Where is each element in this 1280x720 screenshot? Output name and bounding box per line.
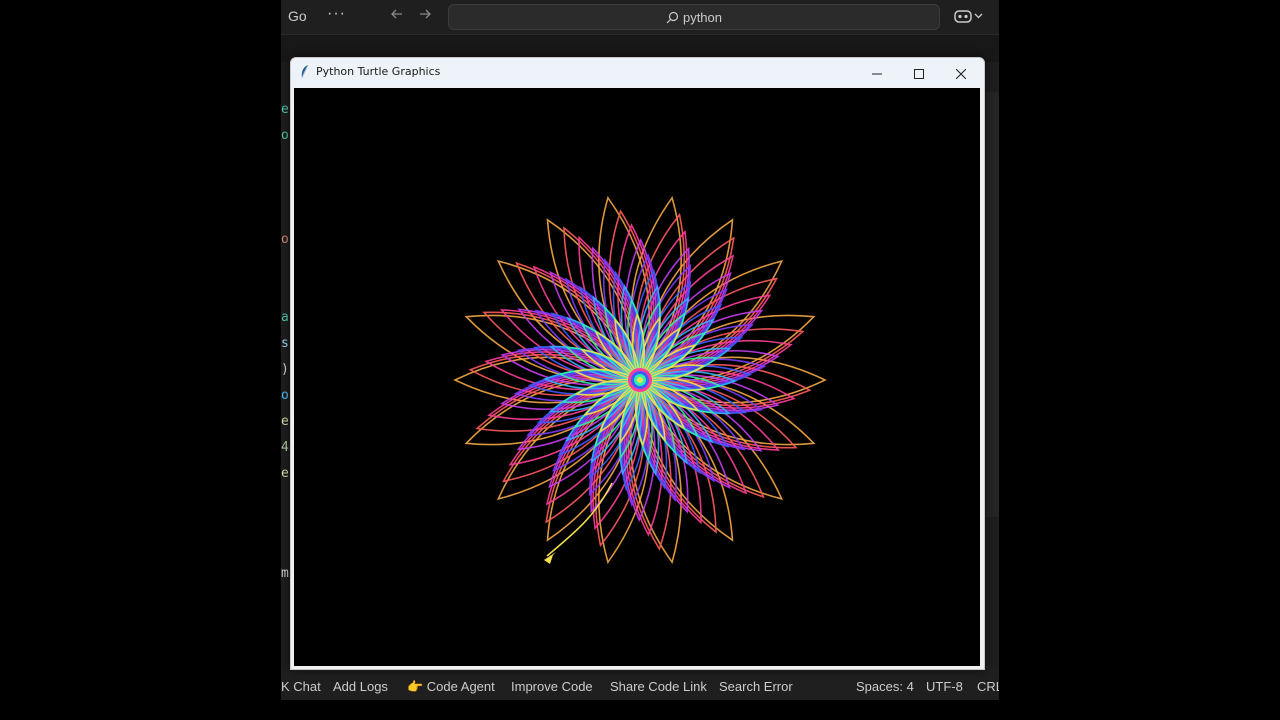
arrow-right-icon[interactable] — [417, 6, 433, 27]
ide-titlebar: Go ··· python — [281, 0, 999, 34]
code-fragment: ) — [281, 362, 289, 377]
maximize-icon — [914, 68, 924, 79]
feather-icon — [301, 65, 308, 79]
menu-go[interactable]: Go — [288, 8, 307, 24]
search-text: python — [682, 10, 723, 25]
spirograph-flower — [453, 195, 827, 565]
code-fragment: o — [281, 232, 289, 247]
code-fragment: 4 — [281, 440, 289, 455]
code-fragment: o — [281, 128, 289, 143]
command-center-search[interactable]: python — [448, 4, 940, 30]
status-search-error[interactable]: Search Error — [719, 679, 793, 694]
code-fragment: a — [281, 310, 289, 325]
status-encoding[interactable]: UTF-8 — [926, 679, 963, 694]
window-titlebar[interactable]: Python Turtle Graphics — [291, 58, 984, 87]
status-eol[interactable]: CRL — [977, 679, 999, 694]
turtle-canvas[interactable] — [294, 88, 980, 666]
more-menu-button[interactable]: ··· — [327, 5, 346, 23]
minimize-button[interactable] — [856, 58, 898, 87]
status-add-logs[interactable]: Add Logs — [333, 679, 388, 694]
status-code-agent[interactable]: 👉 Code Agent — [407, 679, 495, 695]
status-improve-code[interactable]: Improve Code — [511, 679, 593, 694]
center-ring — [637, 377, 643, 383]
copilot-icon[interactable] — [954, 8, 984, 27]
status-bar: K Chat Add Logs 👉 Code Agent Improve Cod… — [281, 674, 999, 700]
code-fragment: o — [281, 388, 289, 403]
turtle-graphics-window: Python Turtle Graphics — [290, 57, 985, 670]
bottom-edge — [281, 700, 999, 720]
close-button[interactable] — [940, 58, 982, 87]
search-icon — [666, 11, 679, 24]
status-share-code-link[interactable]: Share Code Link — [610, 679, 707, 694]
code-fragment: e — [281, 466, 289, 481]
code-fragment: s — [281, 336, 289, 351]
close-icon — [955, 68, 967, 79]
minimize-icon — [872, 73, 882, 75]
arrow-left-icon[interactable] — [389, 6, 405, 27]
minimap-scrollbar[interactable] — [986, 92, 999, 517]
code-fragment: e — [281, 102, 289, 117]
maximize-button[interactable] — [898, 58, 940, 87]
code-fragment: m — [281, 566, 289, 581]
window-title: Python Turtle Graphics — [316, 65, 441, 78]
code-fragment: e — [281, 414, 289, 429]
status-chat[interactable]: K Chat — [281, 679, 321, 694]
status-indentation[interactable]: Spaces: 4 — [856, 679, 914, 694]
